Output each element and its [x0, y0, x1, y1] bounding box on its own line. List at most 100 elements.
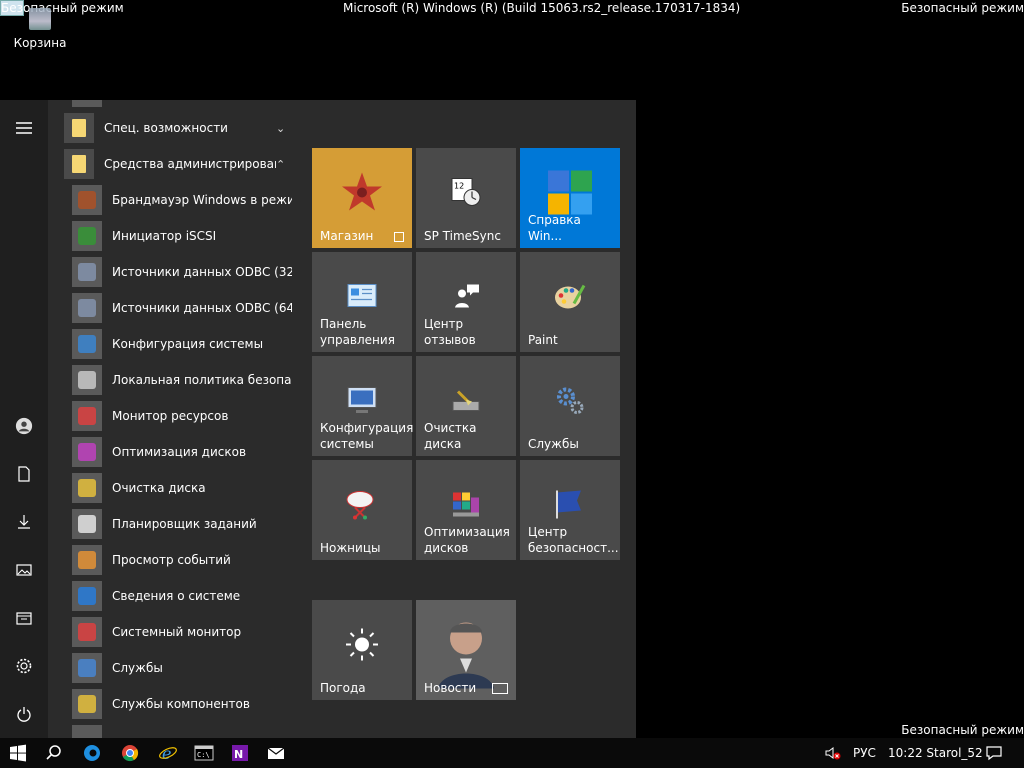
svg-text:N: N [234, 748, 243, 761]
list-item[interactable]: Брандмауэр Windows в режим... [48, 182, 300, 218]
iscsi-icon [72, 221, 102, 251]
list-item[interactable] [48, 722, 300, 738]
list-item[interactable]: Источники данных ODBC (32-р... [48, 254, 300, 290]
component-services-icon [72, 689, 102, 719]
mail-icon[interactable] [258, 738, 294, 768]
search-icon[interactable] [36, 738, 72, 768]
chevron-icon[interactable]: ⌃ [276, 158, 285, 171]
recycle-bin[interactable]: Корзина [0, 8, 80, 50]
app-label: Конфигурация системы [112, 337, 264, 351]
svg-text:12: 12 [454, 182, 464, 191]
list-item[interactable]: Планировщик заданий [48, 506, 300, 542]
app-label: Очистка диска [112, 481, 206, 495]
tile-feedback[interactable]: Центр отзывов [416, 252, 516, 352]
app-label: Службы [112, 661, 163, 675]
list-item[interactable]: Монитор ресурсов [48, 398, 300, 434]
documents-icon[interactable] [0, 454, 48, 494]
tile-label: Погода [320, 681, 366, 695]
ie-icon[interactable]: e [150, 738, 186, 768]
list-item[interactable]: Источники данных ODBC (64-р... [48, 290, 300, 326]
tile-label: Оптимизация дисков [424, 525, 510, 555]
pictures-icon[interactable] [0, 550, 48, 590]
control-panel-icon [347, 284, 377, 313]
list-item[interactable] [48, 100, 300, 110]
list-item[interactable]: Сведения о системе [48, 578, 300, 614]
tile-paint[interactable]: Paint [520, 252, 620, 352]
tile-label: Конфигурация системы [320, 421, 414, 451]
tile-timesync[interactable]: 12 SP TimeSync [416, 148, 516, 248]
edge-icon[interactable] [74, 738, 110, 768]
list-item[interactable]: Оптимизация дисков [48, 434, 300, 470]
list-item[interactable]: Службы [48, 650, 300, 686]
tile-cp[interactable]: Панель управления [312, 252, 412, 352]
file-explorer-icon[interactable] [0, 598, 48, 638]
app-label: Монитор ресурсов [112, 409, 229, 423]
volume-muted-icon[interactable] [820, 738, 846, 768]
system-info-icon [72, 581, 102, 611]
timesync-icon: 12 [450, 177, 482, 212]
list-item[interactable]: Службы компонентов [48, 686, 300, 722]
tile-weather[interactable]: Погода [312, 600, 412, 700]
folder-icon [64, 113, 94, 143]
tile-help[interactable]: Справка Win... [520, 148, 620, 248]
services-icon [72, 653, 102, 683]
folder-accessibility[interactable]: Спец. возможности ⌄ [48, 110, 300, 146]
action-center-icon[interactable] [976, 738, 1012, 768]
onenote-icon[interactable]: N [222, 738, 258, 768]
msconfig-icon [72, 329, 102, 359]
tile-label: Справка Win... [528, 213, 581, 243]
tile-label: Центр отзывов [424, 317, 476, 347]
resource-monitor-icon [72, 401, 102, 431]
list-item[interactable]: Инициатор iSCSI [48, 218, 300, 254]
start-icon[interactable] [0, 738, 36, 768]
tile-store[interactable]: Магазин [312, 148, 412, 248]
app-label: Просмотр событий [112, 553, 231, 567]
store-icon [340, 171, 384, 218]
downloads-icon[interactable] [0, 502, 48, 542]
disk-cleanup-icon [72, 473, 102, 503]
firewall-icon [72, 185, 102, 215]
safe-mode-label: Безопасный режим [901, 1, 1024, 15]
tile-security[interactable]: Центр безопасност... [520, 460, 620, 560]
tile-defrag[interactable]: Оптимизация дисков [416, 460, 516, 560]
tile-snip[interactable]: Ножницы [312, 460, 412, 560]
msconfig-icon [346, 386, 378, 419]
folder-label: Спец. возможности [104, 121, 228, 135]
chevron-icon[interactable]: ⌄ [276, 122, 285, 135]
chrome-icon[interactable] [112, 738, 148, 768]
power-icon[interactable] [0, 694, 48, 734]
menu-icon[interactable] [0, 108, 48, 148]
list-item[interactable]: Просмотр событий [48, 542, 300, 578]
tile-label: Ножницы [320, 541, 381, 555]
user-icon[interactable] [0, 406, 48, 446]
folder-icon [64, 149, 94, 179]
defrag-icon [72, 437, 102, 467]
store-bag-icon [394, 232, 404, 242]
app-label: Инициатор iSCSI [112, 229, 217, 243]
app-label: Источники данных ODBC (64-р... [112, 301, 292, 315]
list-item[interactable]: Конфигурация системы [48, 326, 300, 362]
tile-label: Очистка диска [424, 421, 477, 451]
language-indicator[interactable]: РУС [853, 746, 876, 760]
folder-admin-tools[interactable]: Средства администрировани...⌃ [48, 146, 300, 182]
tile-msconfig[interactable]: Конфигурация системы [312, 356, 414, 456]
cmd-icon[interactable]: C:\ [186, 738, 222, 768]
list-item[interactable]: Очистка диска [48, 470, 300, 506]
clock[interactable]: 10:22 Starol_52 [888, 746, 983, 760]
app-label: Оптимизация дисков [112, 445, 247, 459]
tile-news[interactable]: Новости [416, 600, 516, 700]
list-item[interactable]: Системный монитор [48, 614, 300, 650]
app-label: Локальная политика безопасн... [112, 373, 292, 387]
disk-cleanup-icon [450, 388, 482, 417]
snipping-tool-icon [345, 490, 379, 523]
folder-label: Средства администрировани... [104, 157, 276, 171]
list-item[interactable]: Локальная политика безопасн... [48, 362, 300, 398]
settings-icon[interactable] [0, 646, 48, 686]
tile-cleanup[interactable]: Очистка диска [416, 356, 516, 456]
tile-label: Панель управления [320, 317, 395, 347]
svg-text:e: e [162, 744, 171, 763]
tile-services[interactable]: Службы [520, 356, 620, 456]
weather-icon [344, 627, 380, 666]
svg-text:C:\: C:\ [197, 751, 210, 759]
app-label: Планировщик заданий [112, 517, 257, 531]
